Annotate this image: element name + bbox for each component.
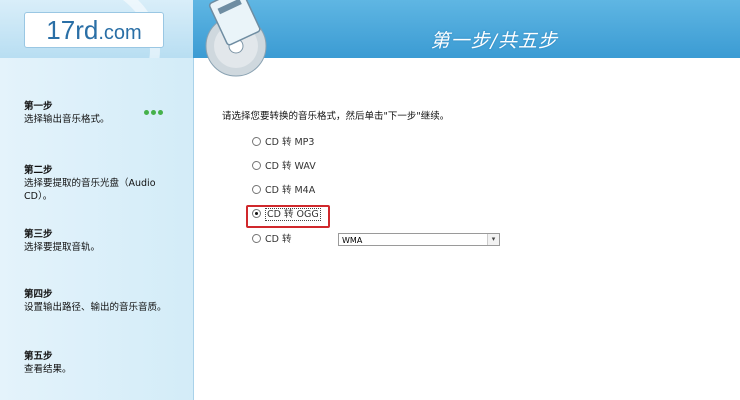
indicator-dot-icon [144,110,149,115]
indicator-dot-icon [151,110,156,115]
logo-suffix-text: .com [98,22,142,44]
wizard-steps-sidebar: 第一步 选择输出音乐格式。 第二步 选择要提取的音乐光盘（Audio CD）。 … [0,58,194,400]
option-m4a-label: CD 转 M4A [265,185,316,196]
option-wav-label: CD 转 WAV [265,161,316,172]
format-select[interactable]: WMA ▾ [338,233,500,246]
option-ogg-label: CD 转 OGG [265,208,321,221]
step-4-desc: 设置输出路径、输出的音乐音质。 [24,302,167,313]
logo-main-text: 17rd [46,15,99,45]
step-progress-title: 第一步/共五步 [430,30,558,52]
option-mp3[interactable]: CD 转 MP3 [252,136,314,150]
step-2: 第二步 选择要提取的音乐光盘（Audio CD）。 [24,164,174,203]
chevron-down-icon[interactable]: ▾ [487,234,499,245]
step-4-title: 第四步 [24,289,53,300]
radio-button[interactable] [252,137,261,146]
indicator-dot-icon [158,110,163,115]
radio-button[interactable] [252,161,261,170]
step-5: 第五步 查看结果。 [24,350,184,376]
option-ogg[interactable]: CD 转 OGG [252,208,321,222]
option-other-label: CD 转 [265,234,292,245]
option-wav[interactable]: CD 转 WAV [252,160,316,174]
step-3-title: 第三步 [24,229,53,240]
option-m4a[interactable]: CD 转 M4A [252,184,315,198]
option-mp3-label: CD 转 MP3 [265,137,315,148]
logo-area: 17rd.com [0,0,193,58]
instruction-text: 请选择您要转换的音乐格式，然后单击"下一步"继续。 [222,111,450,122]
main-content: 请选择您要转换的音乐格式，然后单击"下一步"继续。 CD 转 MP3 CD 转 … [194,58,740,400]
site-logo: 17rd.com [24,12,164,48]
radio-button[interactable] [252,185,261,194]
step-5-title: 第五步 [24,351,53,362]
format-select-value: WMA [342,236,363,245]
radio-button-selected[interactable] [252,209,261,218]
step-2-desc: 选择要提取的音乐光盘（Audio CD）。 [24,178,156,202]
step-3: 第三步 选择要提取音轨。 [24,228,184,254]
step-3-desc: 选择要提取音轨。 [24,242,101,253]
step-4: 第四步 设置输出路径、输出的音乐音质。 [24,288,180,314]
radio-button[interactable] [252,234,261,243]
header-bar: 17rd.com 第一步/共五步 [0,0,740,77]
current-step-indicator [144,100,165,119]
option-other[interactable]: CD 转 [252,233,291,247]
step-2-title: 第二步 [24,165,53,176]
step-5-desc: 查看结果。 [24,364,72,375]
